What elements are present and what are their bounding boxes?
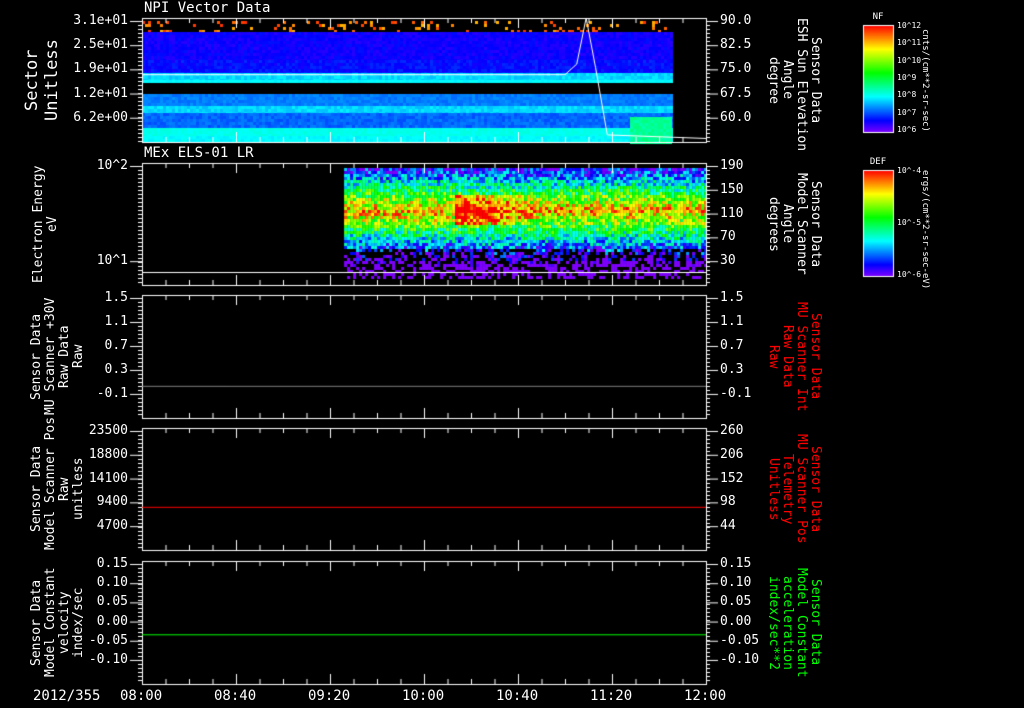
colorbar-label: NF bbox=[872, 12, 884, 22]
time-tick-label: 08:00 bbox=[120, 688, 163, 704]
y2-tick-label: 0.3 bbox=[720, 361, 744, 377]
y2-tick-label: 44 bbox=[720, 518, 736, 534]
time-tick-label: 12:00 bbox=[684, 688, 727, 704]
y2-tick-label: 110 bbox=[720, 205, 744, 221]
y2-tick-label: -0.10 bbox=[720, 651, 760, 667]
y2-tick-label: 206 bbox=[720, 446, 744, 462]
stack-plot-canvas bbox=[0, 0, 1024, 708]
y-tick-label: 6.2e+00 bbox=[73, 109, 128, 125]
y-tick-label: 23500 bbox=[88, 423, 128, 438]
y-tick-label: 2.5e+01 bbox=[73, 37, 128, 53]
y-axis-label: Electron Energy eV bbox=[31, 165, 60, 283]
y-tick-label: 10^1 bbox=[96, 253, 128, 269]
y-tick-label: 1.5 bbox=[104, 290, 128, 305]
panel-title: MEx ELS-01 LR bbox=[144, 145, 254, 161]
y-tick-label: 3.1e+01 bbox=[73, 13, 128, 28]
y-tick-label: 4700 bbox=[96, 518, 128, 534]
y-tick-label: 1.9e+01 bbox=[73, 61, 128, 77]
y2-axis-label: Sensor Data MU Scanner Pos Telemetry Uni… bbox=[766, 434, 823, 544]
y2-tick-label: 70 bbox=[720, 229, 736, 245]
y-tick-label: 9400 bbox=[96, 494, 128, 510]
colorbar-units: cnts/(cm**2-sr-sec) bbox=[920, 28, 930, 132]
y2-tick-label: 1.1 bbox=[720, 313, 744, 329]
y2-tick-label: 260 bbox=[720, 423, 744, 438]
y2-axis-label: Sensor Data Model Constant acceleration … bbox=[766, 567, 823, 678]
colorbar-label: DEF bbox=[869, 157, 887, 167]
time-tick-label: 11:20 bbox=[590, 688, 633, 704]
colorbar-tick: 10^9 bbox=[897, 73, 917, 82]
y2-tick-label: 1.5 bbox=[720, 290, 744, 305]
y-tick-label: 0.10 bbox=[96, 575, 128, 591]
y-tick-label: 1.1 bbox=[104, 313, 128, 329]
y-tick-label: -0.1 bbox=[96, 385, 128, 401]
colorbar-tick: 10^6 bbox=[897, 125, 917, 134]
time-tick-label: 09:20 bbox=[308, 688, 351, 704]
y-tick-label: 0.05 bbox=[96, 594, 128, 610]
y-axis-label: Sector Unitless bbox=[22, 39, 62, 121]
colorbar-tick: 10^8 bbox=[897, 90, 917, 100]
y-tick-label: 18800 bbox=[88, 446, 128, 462]
y2-tick-label: 67.5 bbox=[720, 85, 752, 101]
y2-tick-label: 30 bbox=[720, 253, 736, 269]
y2-tick-label: 0.7 bbox=[720, 337, 744, 353]
time-tick-label: 10:40 bbox=[496, 688, 539, 704]
y-tick-label: -0.05 bbox=[88, 632, 128, 648]
y-axis-label: Sensor Data MU Scanner +30V Raw Data Raw bbox=[29, 297, 86, 416]
y2-tick-label: 75.0 bbox=[720, 61, 752, 77]
y-axis-label: Sensor Data Model Scanner Pos Raw unitle… bbox=[29, 416, 86, 550]
y2-tick-label: 0.00 bbox=[720, 613, 752, 629]
y2-tick-label: -0.05 bbox=[720, 632, 760, 648]
y-tick-label: 14100 bbox=[88, 470, 128, 486]
panel-title: NPI Vector Data bbox=[144, 0, 271, 16]
y2-tick-label: 150 bbox=[720, 181, 744, 197]
y-tick-label: 0.15 bbox=[96, 556, 128, 571]
y2-tick-label: 82.5 bbox=[720, 37, 752, 53]
colorbar-units: ergs/(cm**2-sr-sec-eV) bbox=[920, 170, 930, 290]
y2-tick-label: 0.05 bbox=[720, 594, 752, 610]
y2-tick-label: 0.15 bbox=[720, 556, 752, 571]
y2-tick-label: 0.10 bbox=[720, 575, 752, 591]
y2-axis-label: Sensor Data MU Scanner Int Raw Data Raw bbox=[766, 301, 823, 412]
y-tick-label: -0.10 bbox=[88, 651, 128, 667]
y-axis-label: Sensor Data Model Constant velocity inde… bbox=[29, 567, 86, 678]
time-tick-label: 10:00 bbox=[402, 688, 445, 704]
y2-tick-label: 60.0 bbox=[720, 109, 752, 125]
y2-tick-label: 152 bbox=[720, 470, 744, 486]
y2-axis-label: Sensor Data Model Scanner Angle degrees bbox=[766, 173, 823, 275]
y2-axis-label: Sensor Data ESH Sun Elevation Angle degr… bbox=[766, 18, 823, 152]
y2-tick-label: 98 bbox=[720, 494, 736, 510]
y-tick-label: 0.7 bbox=[104, 337, 128, 353]
y-tick-label: 0.3 bbox=[104, 361, 128, 377]
y2-tick-label: -0.1 bbox=[720, 385, 752, 401]
date-label: 2012/355 bbox=[33, 688, 101, 704]
y-tick-label: 0.00 bbox=[96, 613, 128, 629]
time-tick-label: 08:40 bbox=[214, 688, 257, 704]
y2-tick-label: 90.0 bbox=[720, 13, 752, 28]
y2-tick-label: 190 bbox=[720, 158, 744, 173]
y-tick-label: 1.2e+01 bbox=[73, 85, 128, 101]
colorbar-tick: 10^7 bbox=[897, 107, 917, 117]
y-tick-label: 10^2 bbox=[96, 158, 128, 173]
